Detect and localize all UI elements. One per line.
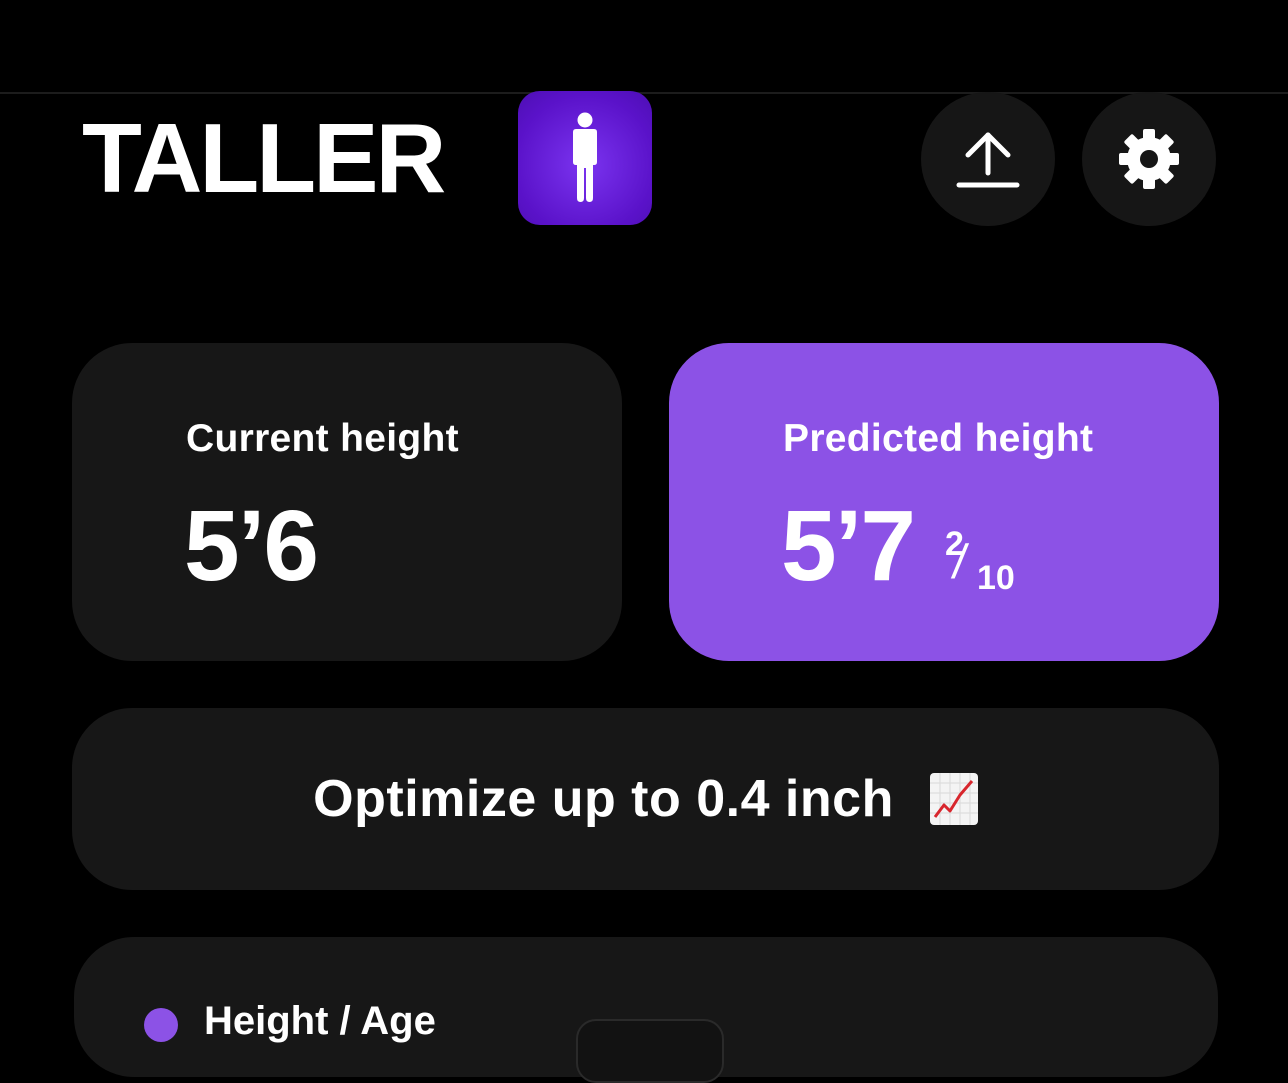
predicted-height-label: Predicted height <box>783 417 1094 460</box>
app-logo-badge <box>518 91 652 225</box>
predicted-height-fraction: 2 / 10 <box>945 525 1035 597</box>
current-height-value: 5’6 <box>184 490 319 602</box>
gear-icon <box>1119 129 1179 189</box>
chart-increasing-icon <box>929 773 978 825</box>
fraction-denominator: 10 <box>977 559 1015 597</box>
settings-button[interactable] <box>1082 92 1216 226</box>
height-age-chart-card: Height / Age <box>74 937 1218 1083</box>
optimize-button[interactable]: Optimize up to 0.4 inch <box>72 708 1219 890</box>
legend-dot <box>144 1008 178 1042</box>
status-bar <box>0 0 1288 94</box>
predicted-height-card: Predicted height 5’7 2 / 10 <box>669 343 1219 661</box>
upload-button[interactable] <box>921 92 1055 226</box>
optimize-text: Optimize up to 0.4 inch <box>313 770 894 828</box>
current-height-label: Current height <box>186 417 459 460</box>
current-height-card: Current height 5’6 <box>72 343 622 661</box>
legend-label: Height / Age <box>204 999 436 1043</box>
person-standing-icon <box>573 112 597 202</box>
app-title: TALLER <box>82 103 446 213</box>
chart-tooltip-pill[interactable] <box>576 1019 724 1083</box>
upload-icon <box>956 132 1020 188</box>
predicted-height-value: 5’7 <box>781 490 916 602</box>
